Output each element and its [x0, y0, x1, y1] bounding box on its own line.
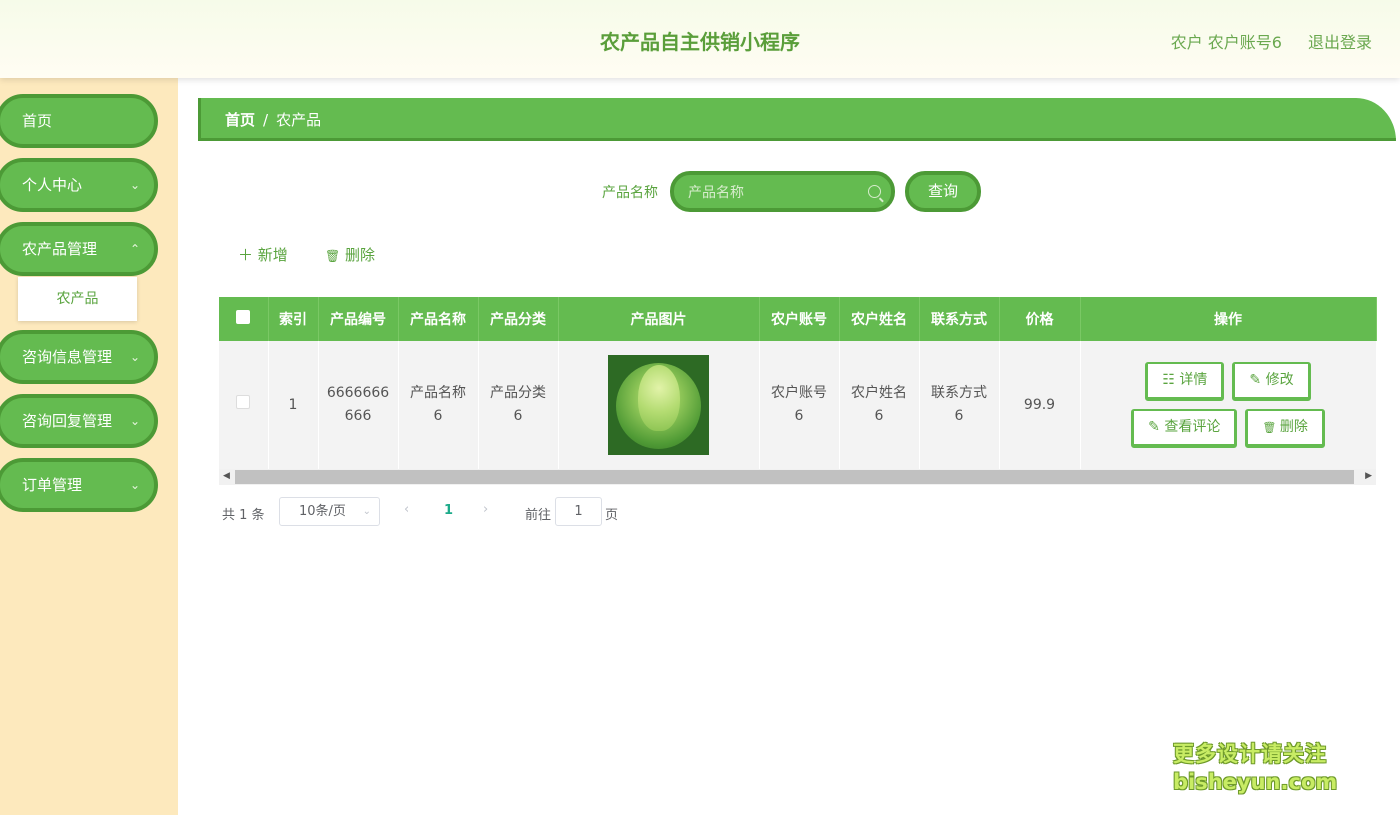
- top-header: 农产品自主供销小程序 农户 农户账号6 退出登录: [0, 0, 1400, 78]
- pagination-total: 共 1 条: [222, 508, 265, 523]
- breadcrumb-home[interactable]: 首页: [225, 111, 255, 129]
- column-header: 产品分类: [478, 297, 559, 341]
- scroll-right-icon[interactable]: ▶: [1365, 471, 1372, 481]
- column-header: 农户姓名: [839, 297, 920, 341]
- sidebar-item-label: 农产品管理: [22, 240, 98, 258]
- chevron-down-icon: ⌄: [129, 478, 140, 492]
- column-header: 产品编号: [318, 297, 399, 341]
- horizontal-scrollbar[interactable]: ◀ ▶: [219, 469, 1376, 485]
- column-header: 联系方式: [919, 297, 1000, 341]
- sidebar-item-product-management[interactable]: 农产品管理 ⌃: [0, 222, 158, 276]
- delete-label: 删除: [345, 246, 376, 264]
- add-button[interactable]: ＋ 新增: [238, 244, 288, 265]
- cell-name: 产品名称 6: [398, 341, 479, 469]
- detail-button[interactable]: ☷ 详情: [1145, 362, 1225, 401]
- cell-code: 6666666 666: [318, 341, 399, 469]
- chevron-up-icon: ⌃: [129, 242, 140, 256]
- sidebar-item-label: 订单管理: [22, 476, 83, 494]
- page-unit-label: 页: [605, 508, 619, 523]
- next-page-icon[interactable]: ›: [483, 502, 488, 517]
- sidebar: 首页 个人中心 ⌄ 农产品管理 ⌃ 农产品 咨询信息管理 ⌄ 咨询回复管理 ⌄ …: [0, 78, 178, 815]
- cell-ops: ☷ 详情 ✎ 修改 ✎ 查看评论 🗑︎ 删除: [1080, 341, 1377, 469]
- cell-contact: 联系方式 6: [919, 341, 1000, 469]
- batch-delete-button[interactable]: 🗑︎ 删除: [325, 244, 375, 265]
- cell-farmer: 农户姓名 6: [839, 341, 920, 469]
- column-header: 农户账号: [759, 297, 840, 341]
- search-icon: [868, 185, 881, 198]
- search-button[interactable]: 查询: [905, 171, 981, 212]
- cell-price: 99.9: [999, 341, 1081, 469]
- logout-link[interactable]: 退出登录: [1308, 29, 1372, 53]
- cell-image: [558, 341, 760, 469]
- trash-icon: 🗑︎: [1262, 421, 1280, 434]
- breadcrumb: 首页 / 农产品: [225, 109, 321, 130]
- pencil-icon: ✎: [1148, 419, 1165, 435]
- view-comments-button[interactable]: ✎ 查看评论: [1131, 409, 1238, 448]
- trash-icon: 🗑︎: [325, 249, 341, 263]
- column-header: 索引: [268, 297, 319, 341]
- add-label: 新增: [257, 246, 288, 264]
- sidebar-item-consult-info[interactable]: 咨询信息管理 ⌄: [0, 330, 158, 384]
- chevron-down-icon: ⌄: [129, 414, 140, 428]
- sidebar-item-consult-reply[interactable]: 咨询回复管理 ⌄: [0, 394, 158, 448]
- table-header-row: 索引 产品编号 产品名称 产品分类 产品图片 农户账号 农户姓名 联系方式 价格…: [219, 297, 1377, 341]
- chevron-down-icon: ⌄: [362, 506, 371, 517]
- sidebar-item-personal-center[interactable]: 个人中心 ⌄: [0, 158, 158, 212]
- column-header: 产品名称: [398, 297, 479, 341]
- cell-index: 1: [268, 341, 319, 469]
- scrollbar-thumb[interactable]: [235, 470, 1354, 484]
- prev-page-icon[interactable]: ‹: [404, 502, 409, 517]
- table-row: 1 6666666 666 产品名称 6 产品分类 6 农户账号 6 农户姓名 6 联系方…: [219, 341, 1377, 469]
- sidebar-subitem-products[interactable]: 农产品: [18, 277, 137, 321]
- select-all-checkbox[interactable]: [219, 297, 269, 341]
- current-user: 农户 农户账号6: [1170, 33, 1282, 52]
- breadcrumb-current: 农产品: [276, 111, 322, 129]
- product-image-cabbage[interactable]: [608, 355, 709, 455]
- edit-button[interactable]: ✎ 修改: [1232, 362, 1311, 401]
- sidebar-item-label: 个人中心: [22, 176, 83, 194]
- sidebar-item-label: 咨询回复管理: [22, 412, 113, 430]
- sidebar-item-label: 咨询信息管理: [22, 348, 113, 366]
- cell-account: 农户账号 6: [759, 341, 840, 469]
- column-header: 操作: [1080, 297, 1377, 341]
- search-label: 产品名称: [602, 185, 658, 201]
- document-icon: ☷: [1162, 372, 1180, 388]
- sidebar-item-orders[interactable]: 订单管理 ⌄: [0, 458, 158, 512]
- pencil-icon: ✎: [1249, 372, 1266, 388]
- product-table: 索引 产品编号 产品名称 产品分类 产品图片 农户账号 农户姓名 联系方式 价格…: [219, 297, 1377, 485]
- goto-page-input[interactable]: [555, 497, 602, 526]
- watermark: 更多设计请关注 bisheyun.com: [1173, 742, 1338, 794]
- breadcrumb-separator: /: [263, 111, 269, 129]
- row-delete-button[interactable]: 🗑︎ 删除: [1245, 409, 1325, 448]
- plus-icon: ＋: [238, 246, 254, 264]
- search-box: [670, 171, 895, 212]
- row-checkbox[interactable]: [219, 341, 269, 469]
- page-number[interactable]: 1: [444, 503, 453, 518]
- goto-label: 前往: [525, 508, 552, 523]
- column-header: 价格: [999, 297, 1081, 341]
- breadcrumb-bar: 首页 / 农产品: [198, 98, 1396, 141]
- cell-category: 产品分类 6: [478, 341, 559, 469]
- search-input[interactable]: [688, 183, 858, 203]
- sidebar-item-home[interactable]: 首页: [0, 94, 158, 148]
- column-header: 产品图片: [558, 297, 760, 341]
- scroll-left-icon[interactable]: ◀: [223, 471, 230, 481]
- chevron-down-icon: ⌄: [129, 178, 140, 192]
- sidebar-item-label: 首页: [22, 112, 53, 130]
- chevron-down-icon: ⌄: [129, 350, 140, 364]
- page-size-select[interactable]: 10条/页 ⌄: [279, 497, 380, 526]
